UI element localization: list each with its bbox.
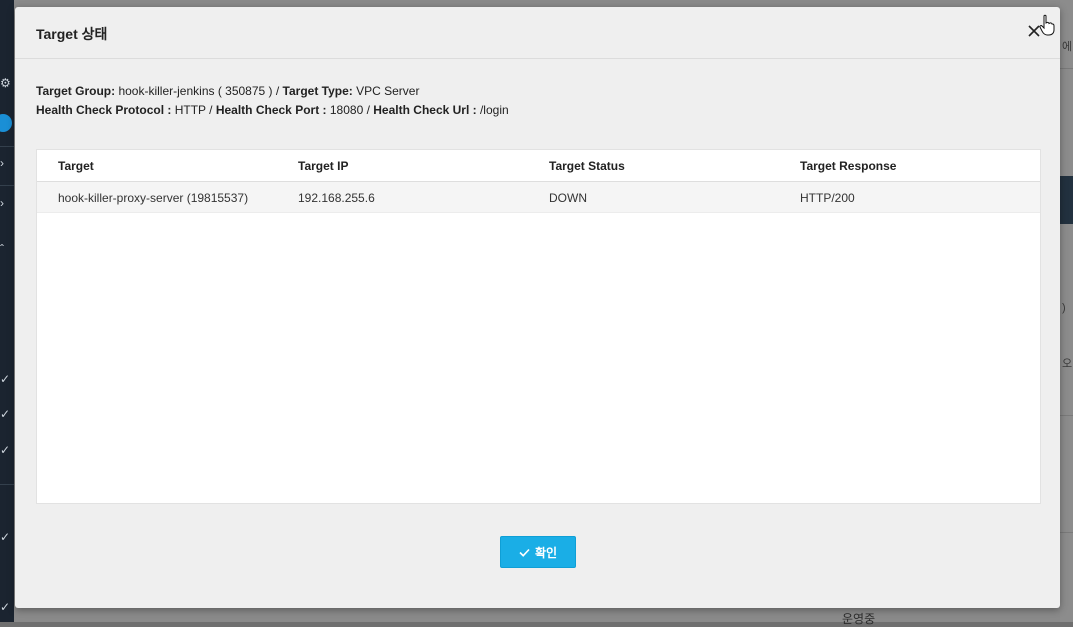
hand-cursor-icon <box>1039 14 1055 36</box>
check-icon: ✓ <box>0 600 11 614</box>
sidebar-divider <box>0 484 14 485</box>
confirm-button-label: 확인 <box>534 545 558 560</box>
table-header: Target Target IP Target Status Target Re… <box>37 150 1040 182</box>
background-sidebar: ⚙ › › ˆ ✓ ✓ ✓ ✓ ✓ <box>0 0 14 622</box>
background-status-text: 운영중 <box>842 612 876 626</box>
cell-target-ip: 192.168.255.6 <box>298 191 375 205</box>
gear-icon: ⚙ <box>0 76 11 90</box>
target-type-value: VPC Server <box>356 84 420 98</box>
info-line-2: Health Check Protocol : HTTP / Health Ch… <box>36 101 509 120</box>
chevron-right-icon: › <box>0 156 4 170</box>
background-divider <box>1060 415 1073 416</box>
background-divider <box>1060 68 1073 69</box>
health-check-protocol-label: Health Check Protocol : <box>36 103 172 117</box>
column-header-target: Target <box>58 159 94 173</box>
chevron-up-icon: ˆ <box>0 242 4 256</box>
confirm-button[interactable]: 확인 <box>500 536 576 568</box>
health-check-url-label: Health Check Url : <box>373 103 477 117</box>
check-icon: ✓ <box>0 443 11 457</box>
check-icon: ✓ <box>0 407 11 421</box>
cell-target-status: DOWN <box>549 191 587 205</box>
target-group-label: Target Group: <box>36 84 116 98</box>
health-check-port-value: 18080 / <box>329 103 370 117</box>
column-header-target-response: Target Response <box>800 159 897 173</box>
target-status-modal: Target 상태 Target Group: hook-killer-jenk… <box>15 7 1060 608</box>
cell-target: hook-killer-proxy-server (19815537) <box>58 191 249 205</box>
health-check-port-label: Health Check Port : <box>215 103 327 117</box>
check-icon <box>519 548 530 557</box>
background-header-bar <box>1060 176 1073 224</box>
background-right-panel: 에 ) 오 <box>1060 0 1073 622</box>
target-info: Target Group: hook-killer-jenkins ( 3508… <box>36 82 509 120</box>
background-text: 오 <box>1062 358 1073 370</box>
background-divider <box>1060 532 1073 533</box>
check-icon: ✓ <box>0 372 11 386</box>
modal-header: Target 상태 <box>15 7 1060 59</box>
sidebar-divider <box>0 146 14 147</box>
health-check-protocol-value: HTTP / <box>174 103 213 117</box>
target-table: Target Target IP Target Status Target Re… <box>36 149 1041 504</box>
chevron-right-icon: › <box>0 196 4 210</box>
sidebar-divider <box>0 185 14 186</box>
toggle-icon <box>0 114 12 132</box>
table-row[interactable]: hook-killer-proxy-server (19815537) 192.… <box>37 182 1040 213</box>
background-text: 에 <box>1062 41 1073 53</box>
column-header-target-ip: Target IP <box>298 159 349 173</box>
health-check-url-value: /login <box>479 103 509 117</box>
info-line-1: Target Group: hook-killer-jenkins ( 3508… <box>36 82 509 101</box>
check-icon: ✓ <box>0 530 11 544</box>
target-group-value: hook-killer-jenkins ( 350875 ) / <box>118 84 280 98</box>
cell-target-response: HTTP/200 <box>800 191 855 205</box>
column-header-target-status: Target Status <box>549 159 625 173</box>
background-text: ) <box>1062 302 1066 314</box>
target-type-label: Target Type: <box>282 84 353 98</box>
modal-title: Target 상태 <box>36 26 108 42</box>
